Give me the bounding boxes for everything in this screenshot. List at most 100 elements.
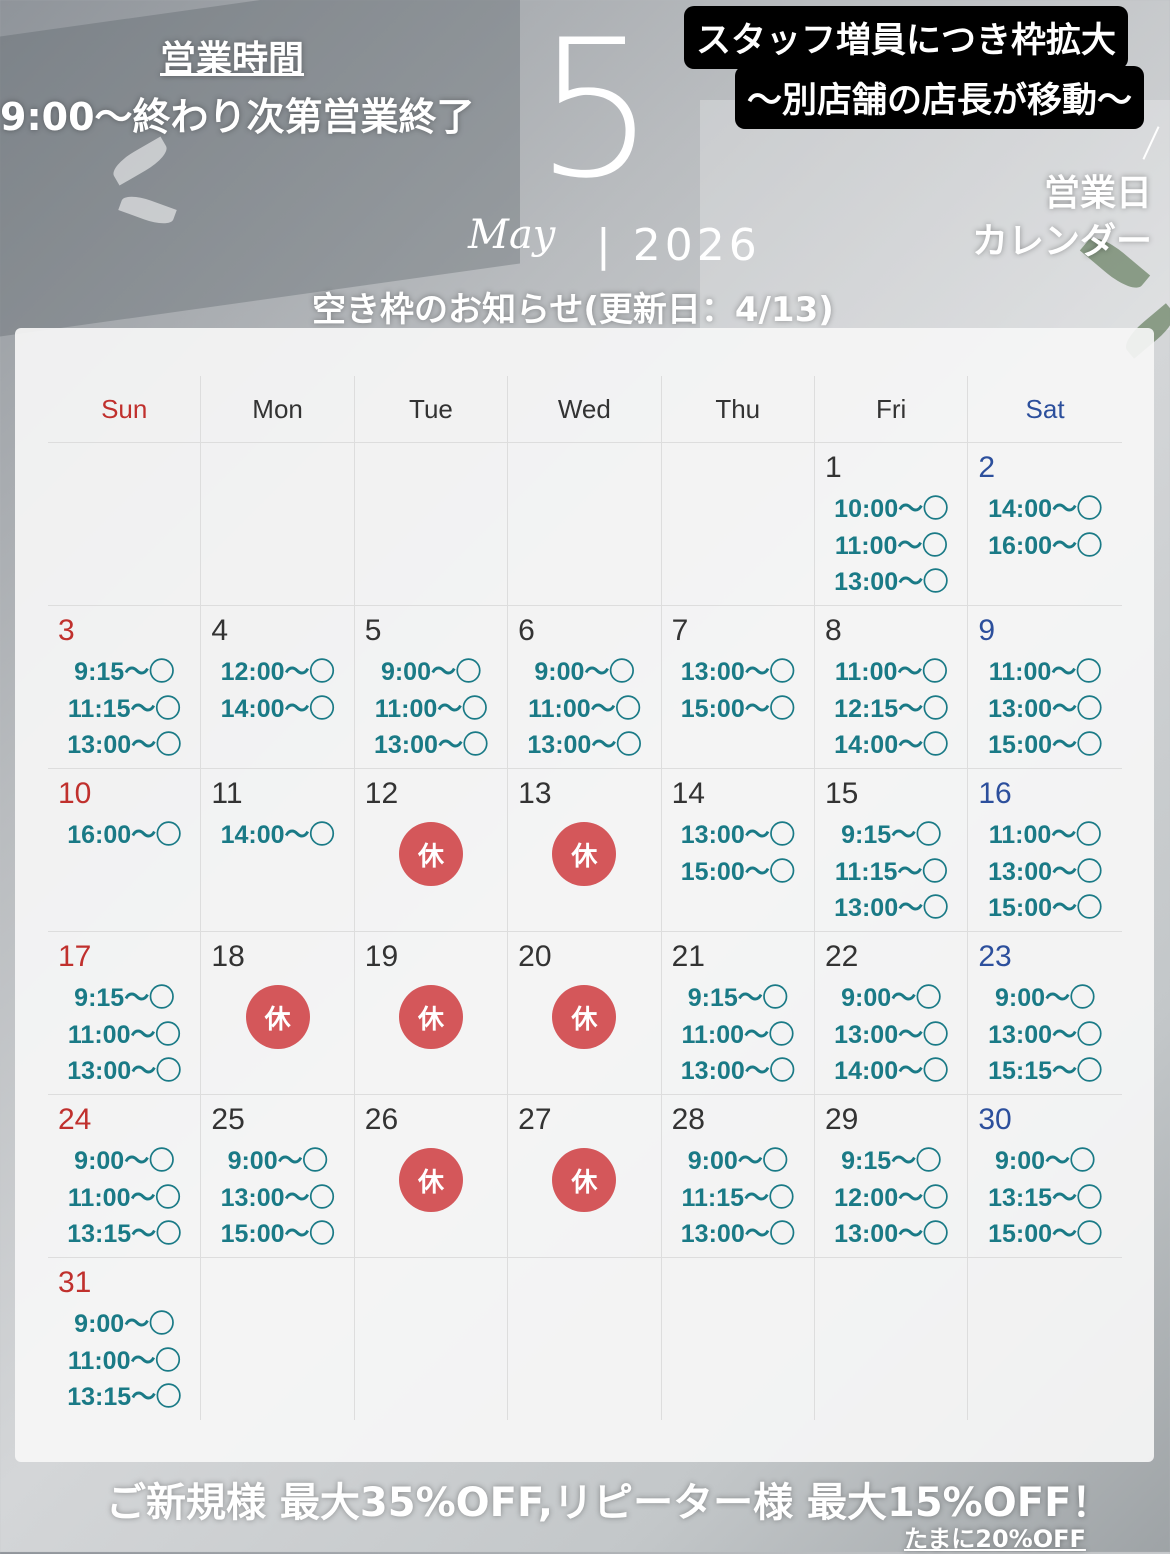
available-slot[interactable]: 16:00〜◯	[968, 528, 1121, 565]
day-cell-30[interactable]: 30 9:00〜◯ 13:15〜◯ 15:00〜◯	[968, 1095, 1121, 1257]
available-slot[interactable]: 15:00〜◯	[662, 691, 814, 728]
available-slot[interactable]: 9:00〜◯	[201, 1143, 353, 1180]
available-slot[interactable]: 13:00〜◯	[355, 727, 507, 764]
available-slot[interactable]: 9:15〜◯	[815, 1143, 967, 1180]
available-slot[interactable]: 13:00〜◯	[815, 890, 967, 927]
available-slot[interactable]: 13:00〜◯	[508, 727, 660, 764]
day-cell-7[interactable]: 7 13:00〜◯ 15:00〜◯	[662, 606, 815, 768]
day-cell-23[interactable]: 23 9:00〜◯ 13:00〜◯ 15:15〜◯	[968, 932, 1121, 1094]
available-slot[interactable]: 13:00〜◯	[968, 854, 1121, 891]
available-slot[interactable]: 15:00〜◯	[968, 890, 1121, 927]
day-cell-5[interactable]: 5 9:00〜◯ 11:00〜◯ 13:00〜◯	[355, 606, 509, 768]
available-slot[interactable]: 11:00〜◯	[968, 817, 1121, 854]
available-slot[interactable]: 13:00〜◯	[662, 1216, 814, 1253]
available-slot[interactable]: 14:00〜◯	[201, 817, 353, 854]
month-number: 5	[535, 0, 656, 220]
available-slot[interactable]: 9:00〜◯	[968, 980, 1121, 1017]
available-slot[interactable]: 10:00〜◯	[815, 491, 967, 528]
day-cell-10[interactable]: 10 16:00〜◯	[48, 769, 202, 931]
day-cell-19[interactable]: 19 休	[355, 932, 509, 1094]
day-cell-1[interactable]: 1 10:00〜◯ 11:00〜◯ 13:00〜◯	[815, 443, 969, 605]
available-slot[interactable]: 11:00〜◯	[48, 1343, 200, 1380]
available-slot[interactable]: 11:00〜◯	[508, 691, 660, 728]
day-cell-6[interactable]: 6 9:00〜◯ 11:00〜◯ 13:00〜◯	[508, 606, 662, 768]
available-slot[interactable]: 9:15〜◯	[48, 980, 200, 1017]
weekday-header-mon: Mon	[201, 376, 355, 442]
day-cell-20[interactable]: 20 休	[508, 932, 662, 1094]
available-slot[interactable]: 13:15〜◯	[48, 1216, 200, 1253]
available-slot[interactable]: 11:00〜◯	[662, 1017, 814, 1054]
available-slot[interactable]: 13:00〜◯	[662, 654, 814, 691]
available-slot[interactable]: 14:00〜◯	[201, 691, 353, 728]
day-cell-28[interactable]: 28 9:00〜◯ 11:15〜◯ 13:00〜◯	[662, 1095, 815, 1257]
calendar-week-row: 1 10:00〜◯ 11:00〜◯ 13:00〜◯ 2 14:00〜◯ 16:00〜◯	[48, 443, 1122, 606]
available-slot[interactable]: 11:00〜◯	[968, 654, 1121, 691]
day-cell-8[interactable]: 8 11:00〜◯ 12:15〜◯ 14:00〜◯	[815, 606, 969, 768]
empty-day-cell	[355, 1258, 509, 1420]
available-slot[interactable]: 11:00〜◯	[355, 691, 507, 728]
available-slot[interactable]: 15:00〜◯	[968, 727, 1121, 764]
slot-list: 9:00〜◯ 11:00〜◯ 13:00〜◯	[355, 654, 507, 764]
available-slot[interactable]: 14:00〜◯	[968, 491, 1121, 528]
available-slot[interactable]: 13:00〜◯	[48, 1053, 200, 1090]
available-slot[interactable]: 9:00〜◯	[48, 1143, 200, 1180]
day-cell-22[interactable]: 22 9:00〜◯ 13:00〜◯ 14:00〜◯	[815, 932, 969, 1094]
day-cell-9[interactable]: 9 11:00〜◯ 13:00〜◯ 15:00〜◯	[968, 606, 1121, 768]
available-slot[interactable]: 11:15〜◯	[662, 1180, 814, 1217]
available-slot[interactable]: 13:00〜◯	[662, 817, 814, 854]
available-slot[interactable]: 9:15〜◯	[815, 817, 967, 854]
available-slot[interactable]: 9:15〜◯	[48, 654, 200, 691]
day-cell-18[interactable]: 18 休	[201, 932, 355, 1094]
available-slot[interactable]: 11:00〜◯	[815, 528, 967, 565]
day-cell-24[interactable]: 24 9:00〜◯ 11:00〜◯ 13:15〜◯	[48, 1095, 202, 1257]
day-cell-3[interactable]: 3 9:15〜◯ 11:15〜◯ 13:00〜◯	[48, 606, 202, 768]
day-cell-26[interactable]: 26 休	[355, 1095, 509, 1257]
day-cell-4[interactable]: 4 12:00〜◯ 14:00〜◯	[201, 606, 355, 768]
available-slot[interactable]: 15:00〜◯	[201, 1216, 353, 1253]
available-slot[interactable]: 15:15〜◯	[968, 1053, 1121, 1090]
available-slot[interactable]: 16:00〜◯	[48, 817, 200, 854]
available-slot[interactable]: 9:00〜◯	[508, 654, 660, 691]
available-slot[interactable]: 11:00〜◯	[48, 1180, 200, 1217]
available-slot[interactable]: 11:00〜◯	[48, 1017, 200, 1054]
available-slot[interactable]: 13:00〜◯	[815, 564, 967, 601]
day-cell-14[interactable]: 14 13:00〜◯ 15:00〜◯	[662, 769, 815, 931]
available-slot[interactable]: 9:00〜◯	[48, 1306, 200, 1343]
day-cell-25[interactable]: 25 9:00〜◯ 13:00〜◯ 15:00〜◯	[201, 1095, 355, 1257]
available-slot[interactable]: 13:15〜◯	[968, 1180, 1121, 1217]
day-cell-27[interactable]: 27 休	[508, 1095, 662, 1257]
available-slot[interactable]: 11:00〜◯	[815, 654, 967, 691]
day-cell-29[interactable]: 29 9:15〜◯ 12:00〜◯ 13:00〜◯	[815, 1095, 969, 1257]
available-slot[interactable]: 11:15〜◯	[815, 854, 967, 891]
day-cell-16[interactable]: 16 11:00〜◯ 13:00〜◯ 15:00〜◯	[968, 769, 1121, 931]
day-cell-21[interactable]: 21 9:15〜◯ 11:00〜◯ 13:00〜◯	[662, 932, 815, 1094]
available-slot[interactable]: 15:00〜◯	[662, 854, 814, 891]
available-slot[interactable]: 9:00〜◯	[662, 1143, 814, 1180]
available-slot[interactable]: 14:00〜◯	[815, 727, 967, 764]
available-slot[interactable]: 9:15〜◯	[662, 980, 814, 1017]
available-slot[interactable]: 9:00〜◯	[355, 654, 507, 691]
available-slot[interactable]: 12:15〜◯	[815, 691, 967, 728]
day-cell-12[interactable]: 12 休	[355, 769, 509, 931]
available-slot[interactable]: 13:00〜◯	[968, 691, 1121, 728]
day-cell-15[interactable]: 15 9:15〜◯ 11:15〜◯ 13:00〜◯	[815, 769, 969, 931]
available-slot[interactable]: 14:00〜◯	[815, 1053, 967, 1090]
available-slot[interactable]: 12:00〜◯	[815, 1180, 967, 1217]
available-slot[interactable]: 9:00〜◯	[968, 1143, 1121, 1180]
available-slot[interactable]: 9:00〜◯	[815, 980, 967, 1017]
available-slot[interactable]: 13:00〜◯	[48, 727, 200, 764]
day-cell-11[interactable]: 11 14:00〜◯	[201, 769, 355, 931]
available-slot[interactable]: 11:15〜◯	[48, 691, 200, 728]
day-cell-13[interactable]: 13 休	[508, 769, 662, 931]
day-cell-2[interactable]: 2 14:00〜◯ 16:00〜◯	[968, 443, 1121, 605]
available-slot[interactable]: 13:00〜◯	[968, 1017, 1121, 1054]
available-slot[interactable]: 13:00〜◯	[815, 1017, 967, 1054]
available-slot[interactable]: 12:00〜◯	[201, 654, 353, 691]
available-slot[interactable]: 13:15〜◯	[48, 1379, 200, 1416]
available-slot[interactable]: 15:00〜◯	[968, 1216, 1121, 1253]
day-cell-31[interactable]: 31 9:00〜◯ 11:00〜◯ 13:15〜◯	[48, 1258, 202, 1420]
available-slot[interactable]: 13:00〜◯	[815, 1216, 967, 1253]
day-cell-17[interactable]: 17 9:15〜◯ 11:00〜◯ 13:00〜◯	[48, 932, 202, 1094]
available-slot[interactable]: 13:00〜◯	[662, 1053, 814, 1090]
available-slot[interactable]: 13:00〜◯	[201, 1180, 353, 1217]
